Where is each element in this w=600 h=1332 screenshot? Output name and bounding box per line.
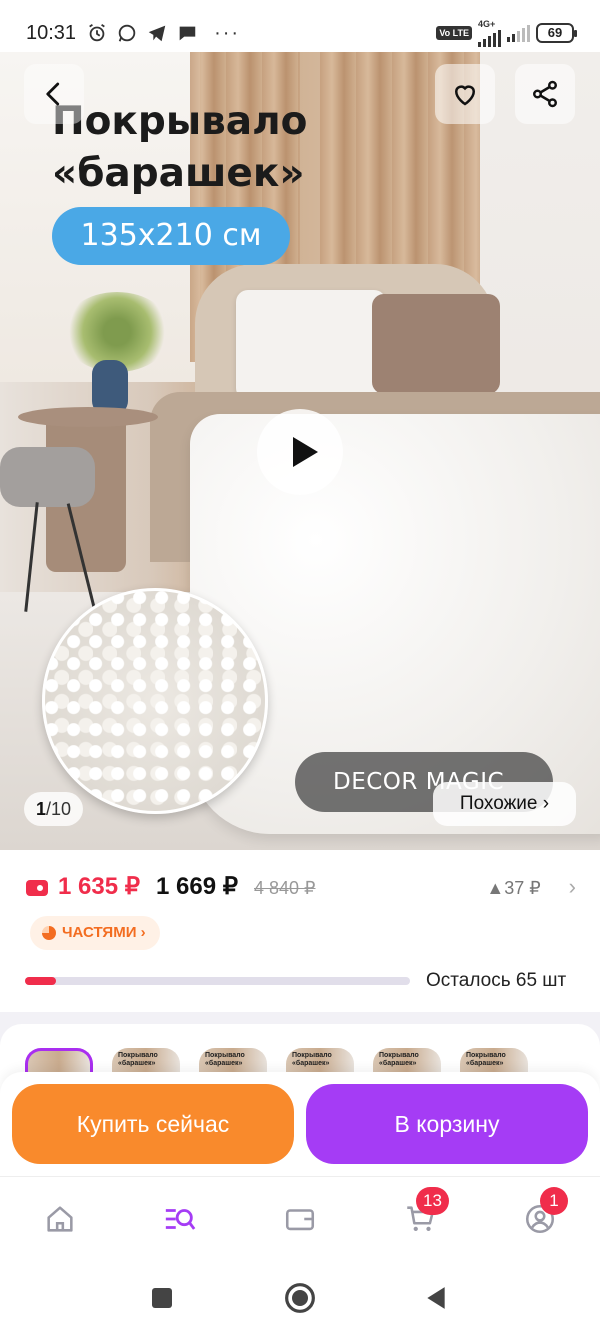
more-notifications-icon: ··· [214,21,241,44]
section-divider [0,1012,600,1024]
size-badge: 135x210 см [52,207,290,265]
profile-badge: 1 [540,1187,568,1215]
share-icon [533,80,557,108]
whatsapp-icon [118,24,136,42]
nav-cart[interactable]: 13 [400,1187,449,1239]
signal-icon [478,29,501,47]
volte-icon: Vo LTE [436,26,472,40]
back-button[interactable] [24,64,84,124]
price-row[interactable]: 1 635 ₽ 1 669 ₽ 4 840 ₽ ▲37 ₽ › [26,872,576,901]
action-bar: Купить сейчас В корзину [0,1072,600,1176]
hero-title: Покрывало «барашек» [52,96,307,200]
image-counter: 1/10 [24,792,84,826]
old-price: 4 840 ₽ [254,878,316,898]
wallet-card-icon [26,880,48,896]
buy-now-button[interactable]: Купить сейчас [12,1084,294,1164]
home-icon [47,1206,73,1232]
catalog-search-icon [165,1209,196,1230]
scene-pillow-white [236,290,386,400]
signal-2-icon [507,24,530,42]
similar-button[interactable]: Похожие › [433,782,576,826]
network-type: 4G+ [478,18,496,29]
chevron-right-icon: › [568,874,576,899]
installments-label: ЧАСТЯМИ › [62,924,146,941]
cart-badge: 13 [416,1187,449,1215]
price-card: 1 635 ₽ 1 669 ₽ 4 840 ₽ ▲37 ₽ › ЧАСТЯМИ … [0,850,600,1012]
nav-wallet[interactable] [280,1199,320,1239]
status-time: 10:31 [26,21,77,44]
wallet-icon [285,1209,315,1231]
telegram-icon [148,25,166,42]
pie-icon [42,926,56,940]
hero-title-line2: «барашек» [52,151,305,196]
circle-icon [285,1283,315,1313]
play-icon [293,437,318,467]
product-image-gallery[interactable]: Покрывало «барашек» 135x210 см DECOR MAG… [0,52,600,852]
installments-button[interactable]: ЧАСТЯМИ › [30,916,160,950]
stock-remaining: Осталось 65 шт [426,970,567,991]
scene-pillow-brown [372,294,500,394]
square-icon [152,1288,172,1308]
nav-catalog[interactable] [160,1199,200,1239]
chat-icon [178,26,196,41]
triangle-back-icon [427,1287,445,1309]
nav-profile[interactable]: 1 [520,1187,568,1239]
price-change: ▲37 ₽ [486,878,541,898]
regular-price: 1 669 ₽ [156,873,238,900]
heart-icon [454,85,476,106]
chevron-left-icon [46,82,60,106]
scene-table-top [18,407,158,427]
notification-icons: ··· [86,22,240,45]
back-system-button[interactable] [420,1282,452,1314]
bottom-navigation: 13 1 [0,1176,600,1262]
home-system-button[interactable] [284,1282,316,1314]
image-counter-current: 1 [36,799,47,819]
play-video-button[interactable] [257,409,343,495]
alarm-icon [89,23,105,42]
scene-stool [0,447,95,507]
hero-title-line1: Покрывало [52,99,308,144]
stock-progress-fill [25,977,56,985]
stock-progress [25,977,410,985]
battery-icon: 69 [536,23,577,43]
add-to-cart-button[interactable]: В корзину [306,1084,588,1164]
texture-closeup-image [42,588,268,814]
favorite-button[interactable] [435,64,495,124]
system-status: Vo LTE 4G+ 69 [436,18,577,47]
image-counter-total: 10 [51,799,72,819]
card-price: 1 635 ₽ [58,873,140,900]
recents-button[interactable] [146,1282,178,1314]
system-navigation [0,1262,600,1332]
nav-home[interactable] [40,1199,80,1239]
share-button[interactable] [515,64,575,124]
